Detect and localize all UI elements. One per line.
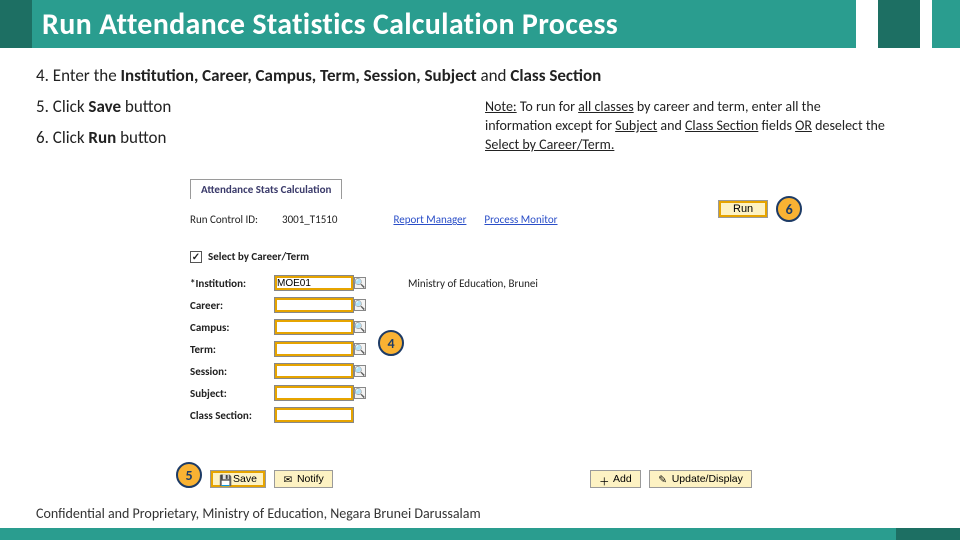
header-decor bbox=[856, 0, 960, 48]
decor-block bbox=[920, 0, 932, 48]
run-control-value: 3001_T1510 bbox=[282, 213, 337, 226]
note-underline: all classes bbox=[578, 98, 634, 115]
note-text: deselect the bbox=[812, 117, 885, 134]
run-button[interactable]: Run bbox=[718, 200, 768, 218]
input-session[interactable] bbox=[274, 363, 354, 379]
run-button-wrap: Run 6 bbox=[718, 196, 802, 222]
note-underline: Subject bbox=[615, 117, 657, 134]
label-campus: Campus: bbox=[190, 321, 274, 334]
step-bold: Institution, Career, Campus, Term, Sessi… bbox=[121, 65, 477, 86]
update-display-button[interactable]: ✎ Update/Display bbox=[649, 470, 752, 488]
save-button[interactable]: 💾 Save bbox=[210, 470, 266, 488]
footer-bar bbox=[0, 528, 960, 540]
step-bold: Class Section bbox=[510, 65, 601, 86]
input-campus[interactable] bbox=[274, 319, 354, 335]
bottom-buttons-left: 💾 Save ✉ Notify bbox=[210, 470, 333, 488]
update-icon: ✎ bbox=[658, 474, 668, 484]
input-subject[interactable] bbox=[274, 385, 354, 401]
label-class-section: Class Section: bbox=[190, 409, 274, 422]
link-process-monitor[interactable]: Process Monitor bbox=[484, 213, 557, 226]
decor-block bbox=[856, 0, 878, 48]
label-subject: Subject: bbox=[190, 387, 274, 400]
institution-description: Ministry of Education, Brunei bbox=[408, 277, 828, 290]
label-institution: *Institution: bbox=[190, 277, 274, 290]
lookup-icon[interactable]: 🔍 bbox=[354, 299, 366, 311]
page-title: Run Attendance Statistics Calculation Pr… bbox=[42, 6, 618, 43]
step-bold: Save bbox=[88, 96, 121, 117]
decor-block bbox=[878, 0, 920, 48]
lookup-icon[interactable]: 🔍 bbox=[354, 387, 366, 399]
step-4: Enter the Institution, Career, Campus, T… bbox=[34, 62, 960, 91]
footer-bar-dark bbox=[896, 528, 960, 540]
link-report-manager[interactable]: Report Manager bbox=[393, 213, 466, 226]
note-underline: OR bbox=[795, 117, 812, 134]
step-bold: Run bbox=[88, 127, 116, 148]
note-text: To run for bbox=[517, 98, 578, 115]
label-session: Session: bbox=[190, 365, 274, 378]
lookup-icon[interactable]: 🔍 bbox=[354, 343, 366, 355]
label-career: Career: bbox=[190, 299, 274, 312]
bottom-buttons-right: ＋ Add ✎ Update/Display bbox=[590, 470, 752, 488]
step-text: button bbox=[121, 96, 171, 117]
slide-header: Run Attendance Statistics Calculation Pr… bbox=[0, 0, 960, 48]
note-text: fields bbox=[758, 117, 795, 134]
lookup-icon[interactable]: 🔍 bbox=[354, 365, 366, 377]
step-text: and bbox=[477, 65, 511, 86]
input-class-section[interactable] bbox=[274, 407, 354, 423]
checkbox-select-by[interactable]: ✓ bbox=[190, 251, 202, 263]
run-control-label: Run Control ID: bbox=[190, 213, 258, 226]
step-text: Click bbox=[53, 96, 89, 117]
lookup-icon[interactable]: 🔍 bbox=[354, 277, 366, 289]
callout-4: 4 bbox=[378, 330, 404, 356]
save-label: Save bbox=[233, 473, 257, 485]
select-by-label: Select by Career/Term bbox=[208, 250, 309, 263]
input-term[interactable] bbox=[274, 341, 354, 357]
input-career[interactable] bbox=[274, 297, 354, 313]
notify-button[interactable]: ✉ Notify bbox=[274, 470, 333, 488]
add-label: Add bbox=[613, 473, 632, 485]
note-underline: Select by Career/Term. bbox=[485, 136, 614, 153]
decor-block bbox=[932, 0, 960, 48]
label-term: Term: bbox=[190, 343, 274, 356]
step-text: Click bbox=[53, 127, 89, 148]
notify-label: Notify bbox=[297, 473, 324, 485]
step-text: Enter the bbox=[53, 65, 121, 86]
save-icon: 💾 bbox=[219, 474, 229, 484]
note-underline: Class Section bbox=[685, 117, 758, 134]
add-button[interactable]: ＋ Add bbox=[590, 470, 641, 488]
note-lead: Note: bbox=[485, 98, 517, 115]
add-icon: ＋ bbox=[599, 474, 609, 484]
step-text: button bbox=[116, 127, 166, 148]
note-box: Note: To run for all classes by career a… bbox=[485, 98, 885, 155]
footer-text: Confidential and Proprietary, Ministry o… bbox=[36, 505, 481, 522]
tab-attendance-stats[interactable]: Attendance Stats Calculation bbox=[190, 179, 342, 199]
input-institution[interactable] bbox=[274, 275, 354, 291]
lookup-icon[interactable]: 🔍 bbox=[354, 321, 366, 333]
note-text: and bbox=[657, 117, 685, 134]
notify-icon: ✉ bbox=[283, 474, 293, 484]
callout-6: 6 bbox=[776, 196, 802, 222]
callout-5: 5 bbox=[176, 462, 202, 488]
field-grid: *Institution: 🔍 Ministry of Education, B… bbox=[190, 275, 828, 423]
update-label: Update/Display bbox=[672, 473, 743, 485]
select-by-career-term: ✓ Select by Career/Term bbox=[190, 250, 828, 263]
